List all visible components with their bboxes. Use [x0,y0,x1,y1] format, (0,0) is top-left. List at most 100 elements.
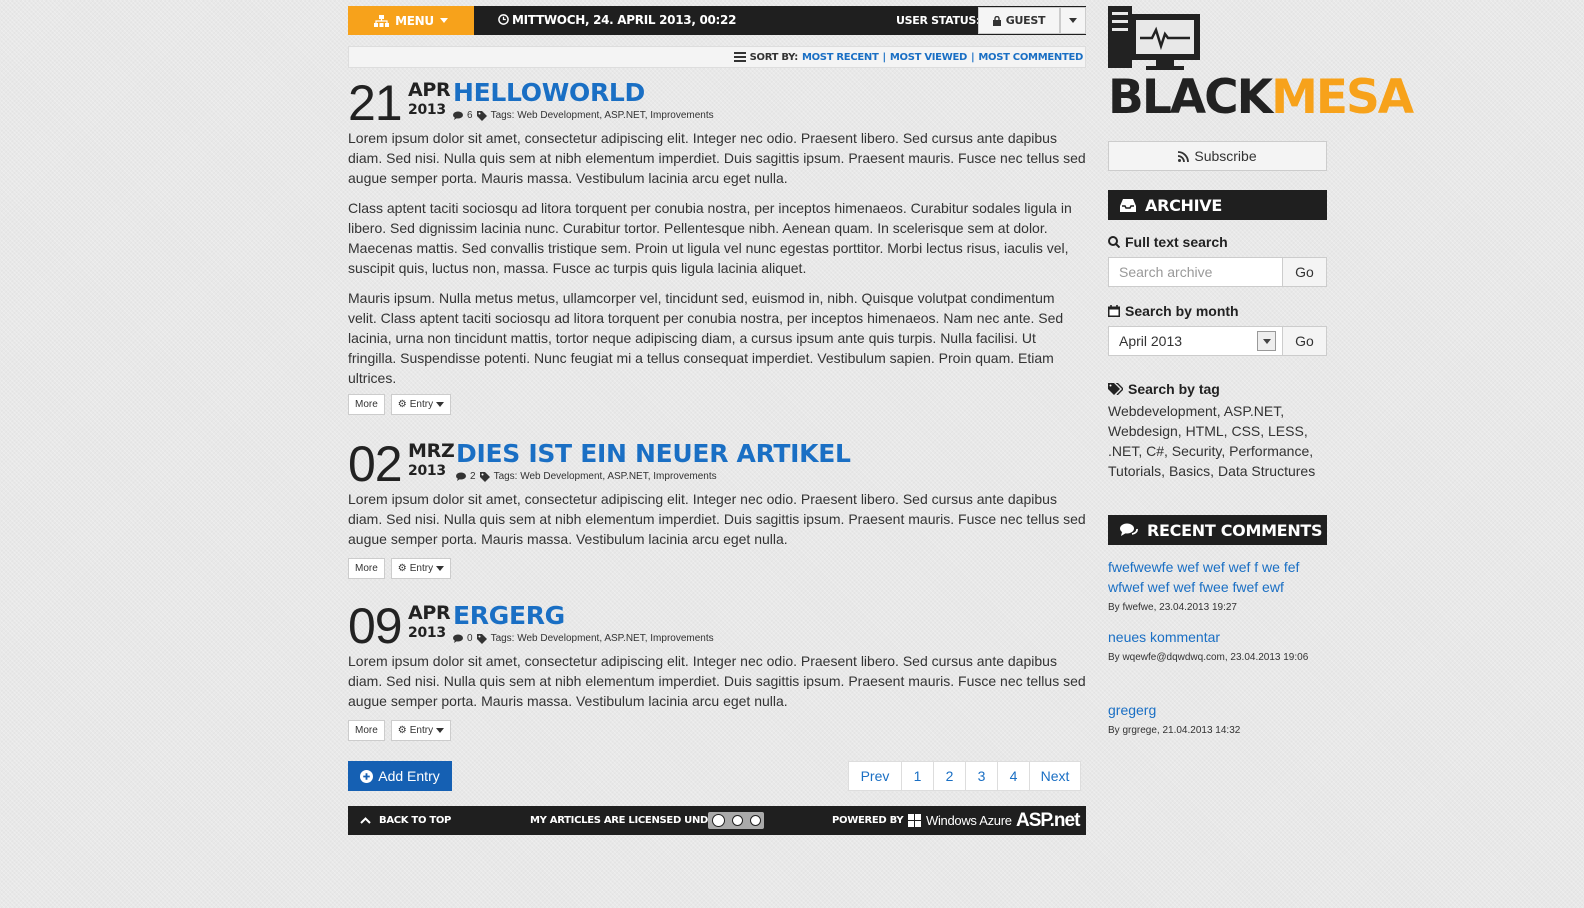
archive-search-field[interactable] [1108,257,1283,287]
pagination-next[interactable]: Next [1029,761,1081,791]
separator: | [970,51,975,63]
post-actions: More ⚙ Entry [348,720,452,741]
inbox-icon [1120,198,1136,212]
windows-icon [908,814,921,827]
more-button[interactable]: More [348,558,385,579]
blackmesa-logo[interactable]: BLACKMESA [1108,6,1414,124]
entry-label: Entry [409,725,434,736]
comment-icon [453,634,463,643]
comment-byline: By wqewfe@dqwdwq.com, 23.04.2013 19:06 [1108,652,1309,663]
chevron-down-icon [439,18,448,23]
comment-byline: By fwefwe, 23.04.2013 19:27 [1108,602,1237,613]
top-bar: MENU MITTWOCH, 24. APRIL 2013, 00:22 USE… [348,6,1086,35]
more-button[interactable]: More [348,720,385,741]
sitemap-icon [374,14,390,27]
user-dropdown-toggle[interactable] [1060,7,1086,34]
post-day: 09 [348,598,403,654]
tags-icon [479,471,490,482]
add-entry-button[interactable]: Add Entry [348,761,452,791]
post-year: 2013 [408,102,446,118]
recent-comment: fwefwewfe wef wef wef f we fef wfwef wef… [1108,557,1328,618]
post-paragraph: Lorem ipsum dolor sit amet, consectetur … [348,130,1086,186]
search-icon [1108,236,1120,248]
month-select[interactable]: April 2013 [1108,326,1283,356]
post-year: 2013 [408,463,446,479]
post-title[interactable]: HELLOWORLD [453,78,645,108]
more-button[interactable]: More [348,394,385,415]
sort-most-recent[interactable]: MOST RECENT [802,52,879,63]
user-status-label: USER STATUS: [896,14,981,27]
post-month: APR [408,79,451,101]
post-tags: Tags: Web Development, ASP.NET, Improvem… [490,633,714,644]
by-icon [731,815,743,826]
archive-search-input[interactable] [1119,264,1269,280]
tag-cloud[interactable]: Webdevelopment, ASP.NET, Webdesign, HTML… [1108,401,1328,481]
pagination-page[interactable]: 4 [997,761,1030,791]
comment-link[interactable]: fwefwewfe wef wef wef f we fef wfwef wef… [1108,557,1328,597]
pagination-page[interactable]: 1 [901,761,934,791]
clock-icon [498,14,509,25]
back-to-top-label: BACK TO TOP [379,815,452,826]
pagination-page[interactable]: 2 [933,761,966,791]
tag-search-label: Search by tag [1108,381,1220,397]
logo-text: BLACKMESA [1108,72,1414,124]
comment-link[interactable]: gregerg [1108,700,1328,720]
post-paragraph: Mauris ipsum. Nulla metus metus, ullamco… [348,290,1064,386]
pagination-prev[interactable]: Prev [848,761,902,791]
post-paragraph: Class aptent taciti sociosqu ad litora t… [348,200,1072,276]
footer: BACK TO TOP MY ARTICLES ARE LICENSED UND… [348,806,1086,835]
datetime-text: MITTWOCH, 24. APRIL 2013, 00:22 [512,13,737,27]
post: 21 APR 2013 HELLOWORLD 6 Tags: Web Devel… [348,78,1088,418]
add-entry-label: Add Entry [378,768,440,784]
comment-link[interactable]: neues kommentar [1108,627,1328,647]
chevron-down-icon [1069,18,1077,23]
post-body: Lorem ipsum dolor sit amet, consectetur … [348,489,1086,559]
fulltext-search-label: Full text search [1108,234,1228,250]
post-title[interactable]: DIES IST EIN NEUER ARTIKEL [456,439,851,469]
guest-button[interactable]: GUEST [978,7,1060,34]
back-to-top-link[interactable]: BACK TO TOP [360,806,451,835]
post-month: MRZ [408,440,455,462]
pagination-page[interactable]: 3 [965,761,998,791]
sa-icon [749,815,761,826]
entry-dropdown-button[interactable]: ⚙ Entry [390,558,452,579]
tags-icon [476,110,487,121]
sort-most-viewed[interactable]: MOST VIEWED [890,52,967,63]
month-label-text: Search by month [1125,303,1239,319]
recent-comments-header: RECENT COMMENTS [1108,515,1327,545]
post-paragraph: Lorem ipsum dolor sit amet, consectetur … [348,653,1086,709]
post-body: Lorem ipsum dolor sit amet, consectetur … [348,651,1086,721]
sort-bar: SORT BY: MOST RECENT | MOST VIEWED | MOS… [348,46,1086,68]
post-month: APR [408,602,451,624]
month-select-value: April 2013 [1119,333,1183,349]
post-day: 21 [348,75,403,131]
gear-icon: ⚙ [397,399,407,410]
creative-commons-badge[interactable] [708,812,764,829]
post-body: Lorem ipsum dolor sit amet, consectetur … [348,128,1086,398]
post-tags: Tags: Web Development, ASP.NET, Improvem… [490,110,714,121]
month-go-button[interactable]: Go [1282,326,1327,356]
entry-dropdown-button[interactable]: ⚙ Entry [390,720,452,741]
separator: | [882,51,887,63]
windows-azure-logo[interactable]: Windows Azure [908,806,1012,835]
aspnet-logo[interactable]: ASP.net [1016,806,1080,835]
recent-comment: gregerg By grgrege, 21.04.2013 14:32 [1108,700,1328,741]
lock-icon [992,15,1001,26]
tags-icon [1108,383,1123,395]
post-title[interactable]: ERGERG [453,601,565,631]
menu-button[interactable]: MENU [348,6,474,35]
post: 09 APR 2013 ERGERG 0 Tags: Web Developme… [348,601,1088,741]
post-tags: Tags: Web Development, ASP.NET, Improvem… [493,471,717,482]
comments-icon [1120,523,1138,536]
search-go-button[interactable]: Go [1282,257,1327,287]
entry-dropdown-button[interactable]: ⚙ Entry [390,394,452,415]
sort-most-commented[interactable]: MOST COMMENTED [978,52,1083,63]
select-arrow [1257,331,1276,351]
monitor-icon [1108,6,1200,70]
entry-label: Entry [409,563,434,574]
subscribe-button[interactable]: Subscribe [1108,141,1327,171]
gear-icon: ⚙ [397,725,407,736]
post-actions: More ⚙ Entry [348,394,452,415]
comment-icon [453,111,463,120]
gear-icon: ⚙ [397,563,407,574]
